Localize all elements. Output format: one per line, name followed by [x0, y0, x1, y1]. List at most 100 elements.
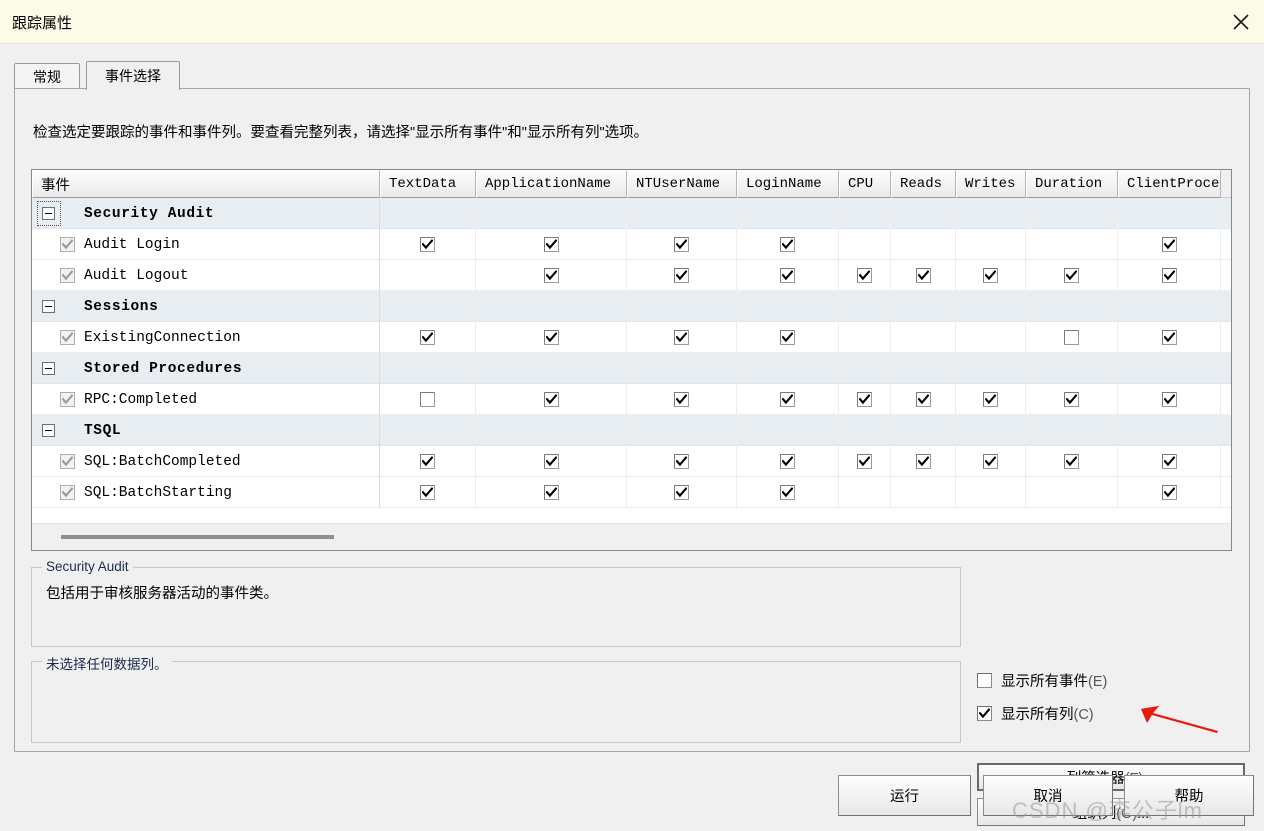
- grid-column-header[interactable]: CPU: [839, 170, 891, 198]
- grid-cell-checkbox[interactable]: [857, 268, 872, 283]
- grid-data-cell[interactable]: [380, 322, 476, 353]
- close-icon[interactable]: [1218, 0, 1264, 44]
- grid-data-cell[interactable]: [839, 291, 891, 322]
- grid-data-cell[interactable]: [737, 446, 839, 477]
- grid-data-cell[interactable]: [891, 415, 956, 446]
- grid-data-cell[interactable]: [891, 260, 956, 291]
- grid-event-name-cell[interactable]: SQL:BatchCompleted: [32, 446, 380, 477]
- grid-data-cell[interactable]: [476, 260, 627, 291]
- grid-data-cell[interactable]: [1026, 477, 1118, 508]
- grid-data-cell[interactable]: [1026, 384, 1118, 415]
- grid-data-cell[interactable]: [1118, 291, 1221, 322]
- grid-data-cell[interactable]: [627, 446, 737, 477]
- grid-data-cell[interactable]: [627, 415, 737, 446]
- grid-data-cell[interactable]: [627, 353, 737, 384]
- grid-data-cell[interactable]: [476, 198, 627, 229]
- grid-data-cell[interactable]: [627, 260, 737, 291]
- grid-cell-checkbox[interactable]: [1161, 392, 1177, 407]
- grid-cell-checkbox[interactable]: [1161, 268, 1177, 283]
- grid-event-row[interactable]: Audit Login: [32, 229, 1231, 260]
- grid-group-row[interactable]: Security Audit: [32, 198, 1231, 229]
- grid-data-cell[interactable]: [839, 353, 891, 384]
- grid-cell-checkbox[interactable]: [915, 454, 931, 469]
- grid-horizontal-scrollbar[interactable]: [32, 523, 1231, 550]
- grid-data-cell[interactable]: [627, 477, 737, 508]
- grid-cell-checkbox[interactable]: [857, 392, 872, 407]
- show-all-columns-box[interactable]: [977, 706, 992, 721]
- grid-data-cell[interactable]: [839, 322, 891, 353]
- grid-column-header[interactable]: LoginName: [737, 170, 839, 198]
- cancel-button[interactable]: 取消: [983, 775, 1113, 816]
- grid-cell-checkbox[interactable]: [1064, 268, 1079, 283]
- grid-cell-checkbox[interactable]: [983, 454, 998, 469]
- grid-data-cell[interactable]: [891, 477, 956, 508]
- grid-cell-checkbox[interactable]: [857, 454, 872, 469]
- grid-cell-checkbox[interactable]: [674, 237, 689, 252]
- tab-event-selection[interactable]: 事件选择: [86, 61, 180, 90]
- grid-cell-checkbox[interactable]: [780, 330, 795, 345]
- grid-data-cell[interactable]: [476, 415, 627, 446]
- grid-cell-checkbox[interactable]: [420, 485, 435, 500]
- grid-cell-checkbox[interactable]: [1161, 485, 1177, 500]
- grid-data-cell[interactable]: [737, 229, 839, 260]
- grid-cell-checkbox[interactable]: [543, 392, 559, 407]
- grid-data-cell[interactable]: [956, 415, 1026, 446]
- grid-data-cell[interactable]: [737, 415, 839, 446]
- event-enabled-checkbox[interactable]: [60, 330, 75, 345]
- grid-cell-checkbox[interactable]: [420, 392, 435, 407]
- grid-cell-checkbox[interactable]: [983, 392, 998, 407]
- event-enabled-checkbox[interactable]: [60, 454, 75, 469]
- grid-event-name-cell[interactable]: Stored Procedures: [32, 353, 380, 384]
- grid-cell-checkbox[interactable]: [915, 392, 931, 407]
- grid-cell-checkbox[interactable]: [543, 237, 559, 252]
- grid-column-header[interactable]: Writes: [956, 170, 1026, 198]
- grid-data-cell[interactable]: [891, 291, 956, 322]
- grid-cell-checkbox[interactable]: [780, 268, 795, 283]
- grid-cell-checkbox[interactable]: [780, 454, 795, 469]
- grid-data-cell[interactable]: [380, 446, 476, 477]
- grid-data-cell[interactable]: [956, 322, 1026, 353]
- grid-data-cell[interactable]: [956, 291, 1026, 322]
- grid-event-row[interactable]: SQL:BatchStarting: [32, 477, 1231, 508]
- grid-data-cell[interactable]: [380, 415, 476, 446]
- grid-column-header[interactable]: 事件: [32, 170, 380, 198]
- grid-data-cell[interactable]: [891, 384, 956, 415]
- grid-cell-checkbox[interactable]: [543, 454, 559, 469]
- grid-data-cell[interactable]: [1026, 198, 1118, 229]
- grid-column-header[interactable]: NTUserName: [627, 170, 737, 198]
- grid-data-cell[interactable]: [1118, 322, 1221, 353]
- grid-data-cell[interactable]: [476, 291, 627, 322]
- grid-cell-checkbox[interactable]: [1064, 330, 1079, 345]
- grid-data-cell[interactable]: [956, 353, 1026, 384]
- collapse-expand-icon[interactable]: [42, 207, 55, 220]
- grid-data-cell[interactable]: [1118, 415, 1221, 446]
- grid-cell-checkbox[interactable]: [1161, 454, 1177, 469]
- grid-data-cell[interactable]: [891, 322, 956, 353]
- grid-event-row[interactable]: SQL:BatchCompleted: [32, 446, 1231, 477]
- tab-general[interactable]: 常规: [14, 63, 80, 89]
- grid-data-cell[interactable]: [380, 229, 476, 260]
- grid-cell-checkbox[interactable]: [915, 268, 931, 283]
- grid-data-cell[interactable]: [839, 229, 891, 260]
- checkbox-show-all-events[interactable]: 显示所有事件(E): [977, 670, 1107, 691]
- grid-data-cell[interactable]: [476, 446, 627, 477]
- grid-cell-checkbox[interactable]: [674, 268, 689, 283]
- grid-cell-checkbox[interactable]: [543, 485, 559, 500]
- grid-cell-checkbox[interactable]: [420, 454, 435, 469]
- grid-data-cell[interactable]: [1118, 198, 1221, 229]
- grid-data-cell[interactable]: [627, 229, 737, 260]
- grid-data-cell[interactable]: [627, 322, 737, 353]
- grid-data-cell[interactable]: [476, 322, 627, 353]
- grid-data-cell[interactable]: [380, 291, 476, 322]
- event-enabled-checkbox[interactable]: [60, 392, 75, 407]
- grid-data-cell[interactable]: [1118, 353, 1221, 384]
- grid-cell-checkbox[interactable]: [1161, 330, 1177, 345]
- collapse-expand-icon[interactable]: [42, 300, 55, 313]
- collapse-expand-icon[interactable]: [42, 424, 55, 437]
- grid-data-cell[interactable]: [839, 198, 891, 229]
- grid-cell-checkbox[interactable]: [1161, 237, 1177, 252]
- grid-data-cell[interactable]: [891, 446, 956, 477]
- grid-cell-checkbox[interactable]: [1064, 392, 1079, 407]
- grid-data-cell[interactable]: [627, 384, 737, 415]
- grid-event-row[interactable]: RPC:Completed: [32, 384, 1231, 415]
